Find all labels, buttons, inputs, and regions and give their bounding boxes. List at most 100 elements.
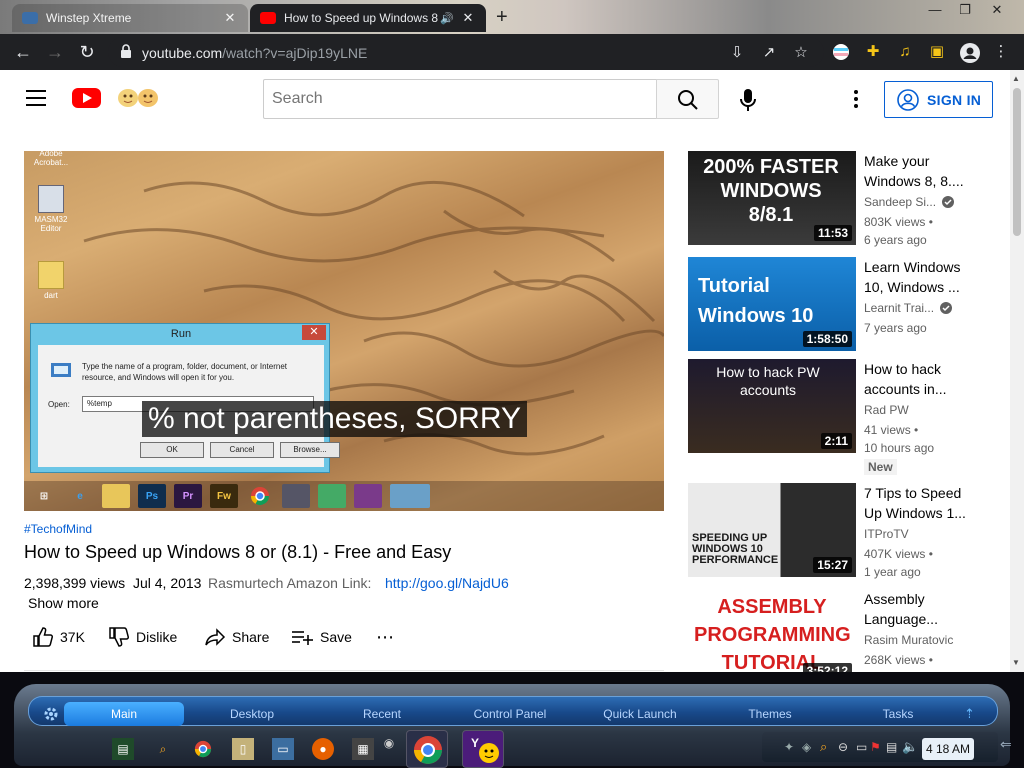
- film-icon[interactable]: ▦: [352, 738, 374, 760]
- firefox-icon[interactable]: ●: [312, 738, 334, 760]
- scroll-up-icon[interactable]: ▲: [1012, 74, 1020, 83]
- network-status-icon[interactable]: ▤: [886, 740, 897, 754]
- book-icon[interactable]: ▯: [232, 738, 254, 760]
- install-icon[interactable]: ⇩: [728, 45, 746, 61]
- flag-icon[interactable]: ⚑: [870, 740, 881, 754]
- maximize-icon[interactable]: ❐: [952, 2, 978, 18]
- tray-icon[interactable]: ✦: [784, 740, 794, 754]
- audio-icon[interactable]: 🔊: [440, 12, 454, 25]
- fireworks-icon: Fw: [210, 484, 238, 508]
- channel-name: Rad PW: [864, 403, 909, 417]
- chrome-icon[interactable]: [192, 738, 214, 760]
- recommendation-item[interactable]: How to hack PW accounts 2:11 How to hack…: [688, 359, 1010, 479]
- view-count: 2,398,399 views Jul 4, 2013: [24, 575, 201, 591]
- close-icon: ✕: [302, 325, 326, 340]
- chrome-dock-icon[interactable]: [406, 730, 448, 768]
- desktop-icon-label: dart: [44, 291, 58, 300]
- menu-kebab-icon[interactable]: ⋮: [992, 43, 1010, 61]
- youtube-page: SIGN IN Adobe Acrobat...: [0, 70, 1010, 672]
- back-icon[interactable]: ←: [12, 41, 34, 63]
- share-icon[interactable]: ↗: [760, 45, 778, 61]
- like-button[interactable]: 37K: [32, 626, 85, 648]
- winstep-tab-main[interactable]: Main: [64, 702, 184, 726]
- microphone-icon[interactable]: [738, 88, 758, 112]
- thumbnail-text: How to hack PW accounts: [716, 364, 820, 398]
- puzzle-extension-icon[interactable]: ✚: [864, 43, 882, 61]
- settings-kebab-icon[interactable]: [848, 88, 864, 110]
- winstep-tab-tasks[interactable]: Tasks: [846, 702, 950, 726]
- video-thumbnail[interactable]: 200% FASTER WINDOWS 8/8.1 11:53: [688, 151, 856, 245]
- youtube-logo[interactable]: [72, 88, 101, 108]
- dislike-button[interactable]: Dislike: [108, 626, 177, 648]
- description-link[interactable]: http://goo.gl/NajdU6: [385, 575, 509, 591]
- recommendation-item[interactable]: Tutorial Windows 10 1:58:50 Learn Window…: [688, 257, 1010, 357]
- hamburger-menu-icon[interactable]: [26, 90, 46, 106]
- search-box[interactable]: [263, 79, 657, 119]
- winstep-tab-quick-launch[interactable]: Quick Launch: [584, 702, 696, 726]
- minimize-icon[interactable]: —: [922, 2, 948, 17]
- hashtag-link[interactable]: #TechofMind: [24, 522, 92, 536]
- app-icon: [390, 484, 430, 508]
- search-input[interactable]: [264, 80, 656, 118]
- extension-flag-icon[interactable]: [832, 43, 850, 61]
- camera-icon[interactable]: ◉: [378, 732, 400, 754]
- save-button[interactable]: Save: [290, 626, 352, 648]
- clock[interactable]: 4 18 AM: [922, 738, 974, 760]
- video-player[interactable]: Adobe Acrobat... MASM32 Editor dart Run …: [24, 151, 664, 511]
- yahoo-messenger-icon[interactable]: Y: [462, 730, 504, 768]
- close-window-icon[interactable]: ✕: [984, 2, 1010, 18]
- sign-in-button[interactable]: SIGN IN: [884, 81, 993, 118]
- desktop-icon-label: Adobe Acrobat...: [33, 151, 69, 167]
- search-button[interactable]: [656, 79, 719, 119]
- network-icon[interactable]: ◈: [802, 740, 811, 754]
- recommendation-item[interactable]: SPEEDING UP WINDOWS 10 PERFORMANCE 15:27…: [688, 483, 1010, 583]
- profile-icon[interactable]: [960, 43, 980, 63]
- media-icon[interactable]: ♫: [896, 43, 914, 61]
- volume-icon[interactable]: 🔈: [902, 739, 918, 755]
- recommendation-item[interactable]: ASSEMBLY PROGRAMMING TUTORIAL 3:52:12 As…: [688, 589, 1010, 672]
- winstep-tab-recent[interactable]: Recent: [330, 702, 434, 726]
- page-scrollbar[interactable]: ▲ ▼: [1010, 70, 1024, 672]
- close-icon[interactable]: ✕: [222, 10, 238, 26]
- view-count: 41 views •: [864, 423, 919, 437]
- monitor-icon[interactable]: ▭: [272, 738, 294, 760]
- search-icon[interactable]: ⌕: [820, 739, 827, 755]
- address-bar[interactable]: youtube.com/watch?v=ajDip19yLNE ⇩ ↗ ☆: [108, 37, 824, 67]
- scrollbar-thumb[interactable]: [1013, 88, 1021, 236]
- close-icon[interactable]: ✕: [460, 10, 476, 26]
- bookmark-star-icon[interactable]: ☆: [792, 45, 810, 61]
- video-duration: 2:11: [820, 433, 852, 449]
- terminal-icon[interactable]: ▤: [112, 738, 134, 760]
- reload-icon[interactable]: ↻: [76, 41, 98, 63]
- recommendation-item[interactable]: 200% FASTER WINDOWS 8/8.1 11:53 Make you…: [688, 151, 1010, 251]
- show-desktop-icon[interactable]: ⇐: [1000, 736, 1012, 753]
- more-actions-icon[interactable]: ⋯: [376, 626, 394, 648]
- winstep-tab-desktop[interactable]: Desktop: [200, 702, 304, 726]
- gear-icon[interactable]: [42, 705, 60, 723]
- video-thumbnail[interactable]: Tutorial Windows 10 1:58:50: [688, 257, 856, 351]
- tab-youtube[interactable]: How to Speed up Windows 8 🔊 ✕: [250, 4, 486, 32]
- winstep-tab-themes[interactable]: Themes: [718, 702, 822, 726]
- search-icon[interactable]: ⌕: [152, 738, 174, 760]
- new-tab-icon[interactable]: +: [496, 6, 508, 29]
- video-thumbnail[interactable]: How to hack PW accounts 2:11: [688, 359, 856, 453]
- tab-title: Winstep Xtreme: [46, 11, 132, 25]
- tab-winstep[interactable]: Winstep Xtreme ✕: [12, 4, 248, 32]
- ok-button: OK: [140, 442, 204, 458]
- youtube-doodle-icon[interactable]: [114, 86, 164, 110]
- screen: Winstep Xtreme ✕ How to Speed up Windows…: [0, 0, 1024, 768]
- scroll-down-icon[interactable]: ▼: [1012, 658, 1020, 667]
- forward-icon[interactable]: →: [44, 41, 66, 63]
- divider: [24, 670, 664, 671]
- share-button[interactable]: Share: [204, 626, 269, 648]
- cancel-button: Cancel: [210, 442, 274, 458]
- tray-icon[interactable]: ▭: [856, 740, 867, 754]
- video-thumbnail[interactable]: SPEEDING UP WINDOWS 10 PERFORMANCE 15:27: [688, 483, 856, 577]
- pin-icon[interactable]: ⇡: [964, 706, 975, 722]
- tray-icon[interactable]: ⊖: [838, 740, 848, 754]
- video-windows-taskbar: ⊞ e Ps Pr Fw: [24, 481, 664, 511]
- video-thumbnail[interactable]: ASSEMBLY PROGRAMMING TUTORIAL 3:52:12: [688, 589, 856, 672]
- winstep-tab-control-panel[interactable]: Control Panel: [456, 702, 564, 726]
- sidepanel-icon[interactable]: ▣: [928, 43, 946, 61]
- show-more-button[interactable]: Show more: [28, 595, 99, 611]
